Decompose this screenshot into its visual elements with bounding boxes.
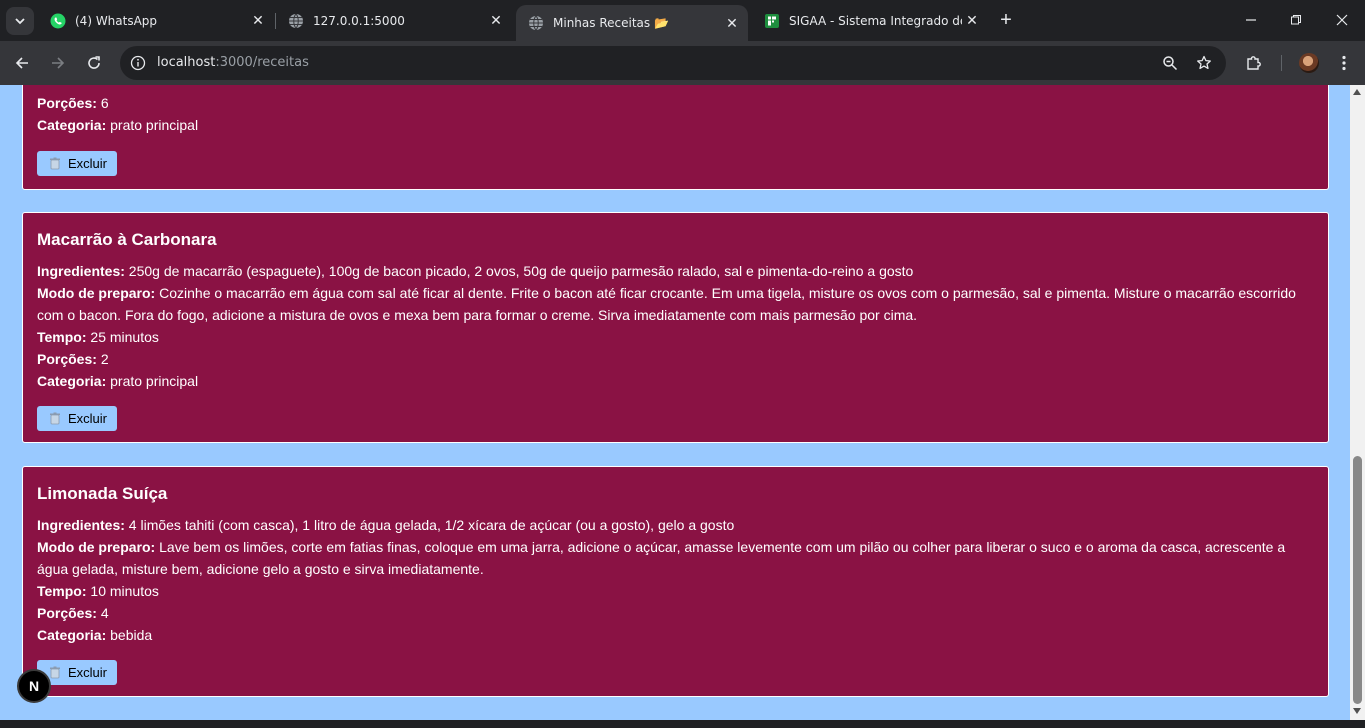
- nextjs-dev-badge[interactable]: N: [17, 669, 51, 703]
- recipe-porcoes: Porções: 4: [37, 602, 1314, 624]
- recipe-title: Macarrão à Carbonara: [37, 230, 217, 249]
- tempo-value: 10 minutos: [90, 583, 159, 599]
- tab-search-button[interactable]: [6, 7, 34, 35]
- tempo-value: 25 minutos: [90, 329, 159, 345]
- extensions-puzzle-icon[interactable]: [1243, 52, 1265, 74]
- tab-close-icon[interactable]: ✕: [722, 13, 742, 33]
- delete-button[interactable]: Excluir: [37, 151, 118, 176]
- modo-label: Modo de preparo:: [37, 285, 156, 301]
- recipe-ingredientes: Ingredientes: 4 limões tahiti (com casca…: [37, 514, 1314, 536]
- profile-avatar[interactable]: [1299, 53, 1319, 73]
- nextjs-badge-letter: N: [28, 678, 40, 694]
- tab-strip: (4) WhatsApp ✕ 127.0.0.1:5000 ✕ Minhas R…: [0, 0, 1365, 41]
- address-bar[interactable]: localhost:3000/receitas: [120, 46, 1226, 80]
- tab-localhost-5000[interactable]: 127.0.0.1:5000 ✕: [276, 6, 512, 35]
- window-close-icon[interactable]: [1319, 0, 1365, 40]
- delete-label: Excluir: [68, 411, 108, 426]
- tempo-label: Tempo:: [37, 583, 87, 599]
- recipe-categoria: Categoria: bebida: [37, 624, 1314, 646]
- bookmark-star-icon[interactable]: [1194, 53, 1214, 73]
- whatsapp-icon: [50, 13, 66, 29]
- zoom-magnifier-icon[interactable]: [1160, 53, 1180, 73]
- recipe-categoria: Categoria: prato principal: [37, 114, 1314, 136]
- porcoes-label: Porções:: [37, 605, 97, 621]
- categoria-value: prato principal: [110, 117, 199, 133]
- minimize-icon[interactable]: [1228, 0, 1274, 40]
- window-bottom-edge: [0, 720, 1365, 728]
- recipe-tempo: Tempo: 10 minutos: [37, 580, 1314, 602]
- recipe-modo: Modo de preparo: Lave bem os limões, cor…: [37, 536, 1314, 580]
- trash-icon: [50, 666, 60, 679]
- tab-whatsapp[interactable]: (4) WhatsApp ✕: [38, 6, 274, 35]
- page-viewport: Porções: 6 Categoria: prato principal Ex…: [0, 85, 1350, 720]
- scroll-down-arrow-icon[interactable]: [1353, 708, 1361, 714]
- ingredientes-label: Ingredientes:: [37, 517, 125, 533]
- porcoes-value: 6: [100, 95, 109, 111]
- recipe-card: Limonada Suíça Ingredientes: 4 limões ta…: [22, 466, 1329, 697]
- modo-value: Lave bem os limões, corte em fatias fina…: [37, 539, 1286, 577]
- new-tab-plus-icon[interactable]: +: [994, 8, 1018, 32]
- back-arrow-icon[interactable]: [8, 49, 36, 77]
- scroll-thumb[interactable]: [1353, 456, 1362, 704]
- trash-icon: [50, 157, 60, 170]
- tab-title: Minhas Receitas 📂: [553, 16, 669, 30]
- tab-close-icon[interactable]: ✕: [248, 11, 268, 31]
- ingredientes-value: 4 limões tahiti (com casca), 1 litro de …: [128, 517, 735, 533]
- forward-arrow-icon[interactable]: [44, 49, 72, 77]
- toolbar-divider: [1281, 55, 1282, 71]
- site-info-icon[interactable]: [128, 53, 148, 73]
- recipe-modo: Modo de preparo: Cozinhe o macarrão em á…: [37, 282, 1314, 326]
- porcoes-label: Porções:: [37, 351, 97, 367]
- recipe-ingredientes: Ingredientes: 250g de macarrão (espaguet…: [37, 260, 1314, 282]
- porcoes-value: 4: [100, 605, 109, 621]
- tab-minhas-receitas[interactable]: Minhas Receitas 📂 ✕: [516, 5, 748, 41]
- trash-icon: [50, 412, 60, 425]
- chevron-down-icon: [15, 18, 25, 25]
- tab-close-icon[interactable]: ✕: [962, 11, 982, 31]
- delete-button[interactable]: Excluir: [37, 406, 118, 431]
- modo-label: Modo de preparo:: [37, 539, 156, 555]
- recipe-porcoes: Porções: 2: [37, 348, 1314, 370]
- recipe-card: Macarrão à Carbonara Ingredientes: 250g …: [22, 212, 1329, 443]
- delete-label: Excluir: [68, 665, 108, 680]
- recipe-card-partial: Porções: 6 Categoria: prato principal Ex…: [22, 85, 1329, 190]
- recipe-porcoes: Porções: 6: [37, 92, 1314, 114]
- recipe-tempo: Tempo: 25 minutos: [37, 326, 1314, 348]
- categoria-value: bebida: [110, 627, 153, 643]
- url-path: :3000/receitas: [215, 55, 309, 70]
- recipe-title: Limonada Suíça: [37, 484, 168, 503]
- categoria-value: prato principal: [110, 373, 199, 389]
- restore-icon[interactable]: [1273, 0, 1319, 40]
- tempo-label: Tempo:: [37, 329, 87, 345]
- ingredientes-value: 250g de macarrão (espaguete), 100g de ba…: [128, 263, 914, 279]
- tab-title: 127.0.0.1:5000: [313, 13, 405, 28]
- categoria-label: Categoria:: [37, 627, 107, 643]
- globe-icon: [528, 15, 544, 31]
- categoria-label: Categoria:: [37, 117, 107, 133]
- sigaa-icon: [764, 13, 780, 29]
- tab-close-icon[interactable]: ✕: [486, 11, 506, 31]
- ingredientes-label: Ingredientes:: [37, 263, 125, 279]
- url-text[interactable]: localhost:3000/receitas: [157, 55, 309, 70]
- tab-title: SIGAA - Sistema Integrado de G: [789, 13, 962, 28]
- scroll-up-arrow-icon[interactable]: [1353, 89, 1361, 95]
- delete-label: Excluir: [68, 156, 108, 171]
- porcoes-value: 2: [100, 351, 109, 367]
- reload-icon[interactable]: [80, 49, 108, 77]
- tab-sigaa[interactable]: SIGAA - Sistema Integrado de G ✕: [752, 6, 988, 35]
- porcoes-label: Porções:: [37, 95, 97, 111]
- browser-toolbar: localhost:3000/receitas: [0, 41, 1365, 85]
- recipe-categoria: Categoria: prato principal: [37, 370, 1314, 392]
- modo-value: Cozinhe o macarrão em água com sal até f…: [37, 285, 1296, 323]
- tab-title: (4) WhatsApp: [75, 13, 158, 28]
- url-host: localhost: [157, 55, 216, 70]
- globe-icon: [288, 13, 304, 29]
- more-menu-icon[interactable]: [1333, 52, 1355, 74]
- vertical-scrollbar[interactable]: [1350, 85, 1365, 720]
- categoria-label: Categoria:: [37, 373, 107, 389]
